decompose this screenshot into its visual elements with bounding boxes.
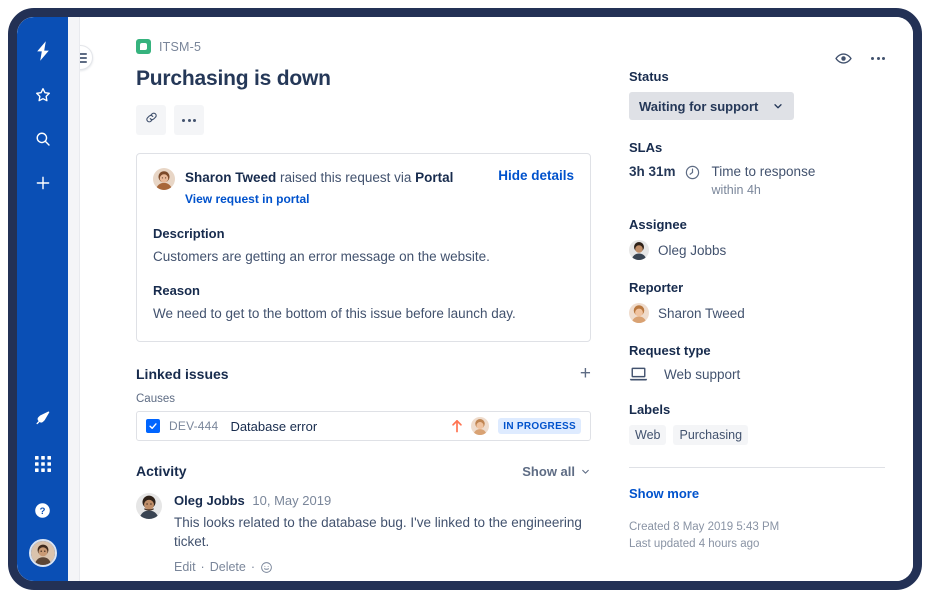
assignee-name: Oleg Jobbs (658, 242, 727, 258)
reporter-block: Reporter Sharon Tweed (629, 280, 885, 323)
priority-high-icon (451, 419, 463, 433)
comment-actions: Edit · Delete · (174, 560, 591, 574)
view-request-in-portal-link[interactable]: View request in portal (185, 190, 488, 209)
eye-icon[interactable] (834, 49, 853, 68)
slas-label: SLAs (629, 140, 663, 155)
plus-icon[interactable] (26, 166, 60, 200)
megaphone-icon[interactable] (26, 401, 60, 435)
reporter-label: Reporter (629, 280, 684, 295)
page-title: Purchasing is down (136, 67, 331, 90)
sla-remaining-time: 3h 31m (629, 164, 676, 179)
add-linked-issue-button[interactable]: + (580, 364, 591, 383)
table-row[interactable]: DEV-444 Database error IN PROGRESS (136, 411, 591, 441)
labels-list: Web Purchasing (629, 425, 885, 445)
chevron-down-icon (580, 466, 591, 477)
show-more-button[interactable]: Show more (629, 486, 885, 501)
search-icon[interactable] (26, 122, 60, 156)
device-frame: ? ITSM-5 Purchasing is down Sharon Tweed… (8, 8, 922, 590)
slas-block: SLAs 3h 31m Time to response within 4h (629, 140, 885, 197)
request-type-name: Web support (664, 366, 741, 382)
project-icon (136, 39, 151, 54)
issue-sidebar: Status Waiting for support SLAs 3h 31m T… (591, 39, 885, 581)
help-icon[interactable]: ? (26, 493, 60, 527)
svg-text:?: ? (40, 505, 46, 516)
label-chip[interactable]: Web (629, 425, 667, 445)
raised-text: raised this request via (280, 170, 412, 185)
linked-issue-summary[interactable]: Database error (230, 419, 451, 434)
reporter-value-row[interactable]: Sharon Tweed (629, 303, 885, 323)
comment-author[interactable]: Oleg Jobbs (174, 493, 245, 508)
link-issue-button[interactable] (136, 105, 166, 135)
updated-timestamp: Last updated 4 hours ago (629, 538, 760, 550)
breadcrumb-issue-key[interactable]: ITSM-5 (159, 40, 201, 54)
request-details-card: Sharon Tweed raised this request via Por… (136, 153, 591, 342)
requester-name[interactable]: Sharon Tweed (185, 170, 276, 185)
avatar[interactable] (471, 417, 490, 435)
label-chip[interactable]: Purchasing (673, 425, 749, 445)
request-type-value-row[interactable]: Web support (629, 366, 885, 382)
linked-issues-header: Linked issues + (136, 364, 591, 383)
collapsed-project-sidebar (68, 17, 80, 581)
avatar (136, 493, 162, 519)
app-window: ? ITSM-5 Purchasing is down Sharon Tweed… (17, 17, 913, 581)
app-switcher-icon[interactable] (26, 447, 60, 481)
add-reaction-icon[interactable] (260, 561, 273, 574)
breadcrumb[interactable]: ITSM-5 (136, 39, 591, 54)
avatar (153, 168, 175, 190)
assignee-block: Assignee Oleg Jobbs (629, 217, 885, 260)
main-area: ITSM-5 Purchasing is down Sharon Tweed r… (80, 17, 913, 581)
comment-timestamp: 10, May 2019 (252, 493, 332, 508)
star-icon[interactable] (26, 78, 60, 112)
request-type-label: Request type (629, 343, 711, 358)
comment-body: This looks related to the database bug. … (174, 515, 582, 549)
sla-target: within 4h (711, 183, 761, 197)
list-item: Oleg Jobbs 10, May 2019 This looks relat… (136, 493, 591, 574)
assignee-label: Assignee (629, 217, 687, 232)
labels-block: Labels Web Purchasing (629, 402, 885, 445)
edit-comment-button[interactable]: Edit (174, 560, 196, 574)
description-label: Description (153, 226, 225, 241)
laptop-icon (629, 366, 648, 382)
link-icon (144, 110, 159, 130)
more-options-button[interactable] (174, 105, 204, 135)
activity-title: Activity (136, 463, 187, 479)
global-sidebar: ? (17, 17, 68, 581)
request-channel: Portal (415, 170, 454, 185)
assignee-value-row[interactable]: Oleg Jobbs (629, 240, 885, 260)
status-dropdown[interactable]: Waiting for support (629, 92, 795, 120)
sla-row: 3h 31m Time to response within 4h (629, 163, 885, 197)
sla-name: Time to response (711, 164, 816, 179)
status-value: Waiting for support (639, 98, 759, 114)
show-all-activity-button[interactable]: Show all (522, 464, 591, 479)
clock-icon (684, 163, 701, 186)
status-block: Status Waiting for support (629, 69, 885, 120)
chevron-down-icon (772, 100, 784, 112)
show-all-label: Show all (522, 463, 575, 479)
divider (629, 467, 885, 468)
description-value: Customers are getting an error message o… (153, 249, 490, 264)
request-type-block: Request type Web support (629, 343, 885, 382)
linked-issues-title: Linked issues (136, 365, 229, 382)
avatar (629, 303, 649, 323)
reporter-name: Sharon Tweed (658, 305, 745, 321)
profile-avatar[interactable] (28, 539, 57, 567)
jira-logo-icon[interactable] (26, 34, 60, 68)
issue-type-checkbox-icon[interactable] (146, 419, 160, 433)
avatar (629, 240, 649, 260)
more-actions-icon[interactable] (871, 57, 885, 60)
issue-detail-column: ITSM-5 Purchasing is down Sharon Tweed r… (136, 39, 591, 581)
delete-comment-button[interactable]: Delete (210, 560, 246, 574)
hide-details-button[interactable]: Hide details (498, 168, 574, 183)
issue-actions (136, 105, 591, 135)
labels-label: Labels (629, 402, 671, 417)
ellipsis-icon (182, 118, 196, 122)
linked-issue-key[interactable]: DEV-444 (169, 419, 218, 433)
activity-header: Activity Show all (136, 463, 591, 479)
reason-value: We need to get to the bottom of this iss… (153, 306, 516, 321)
status-badge: IN PROGRESS (498, 418, 581, 434)
reason-label: Reason (153, 283, 200, 298)
status-label: Status (629, 69, 669, 84)
created-timestamp: Created 8 May 2019 5:43 PM (629, 521, 780, 533)
linked-issues-group-label: Causes (136, 393, 175, 405)
